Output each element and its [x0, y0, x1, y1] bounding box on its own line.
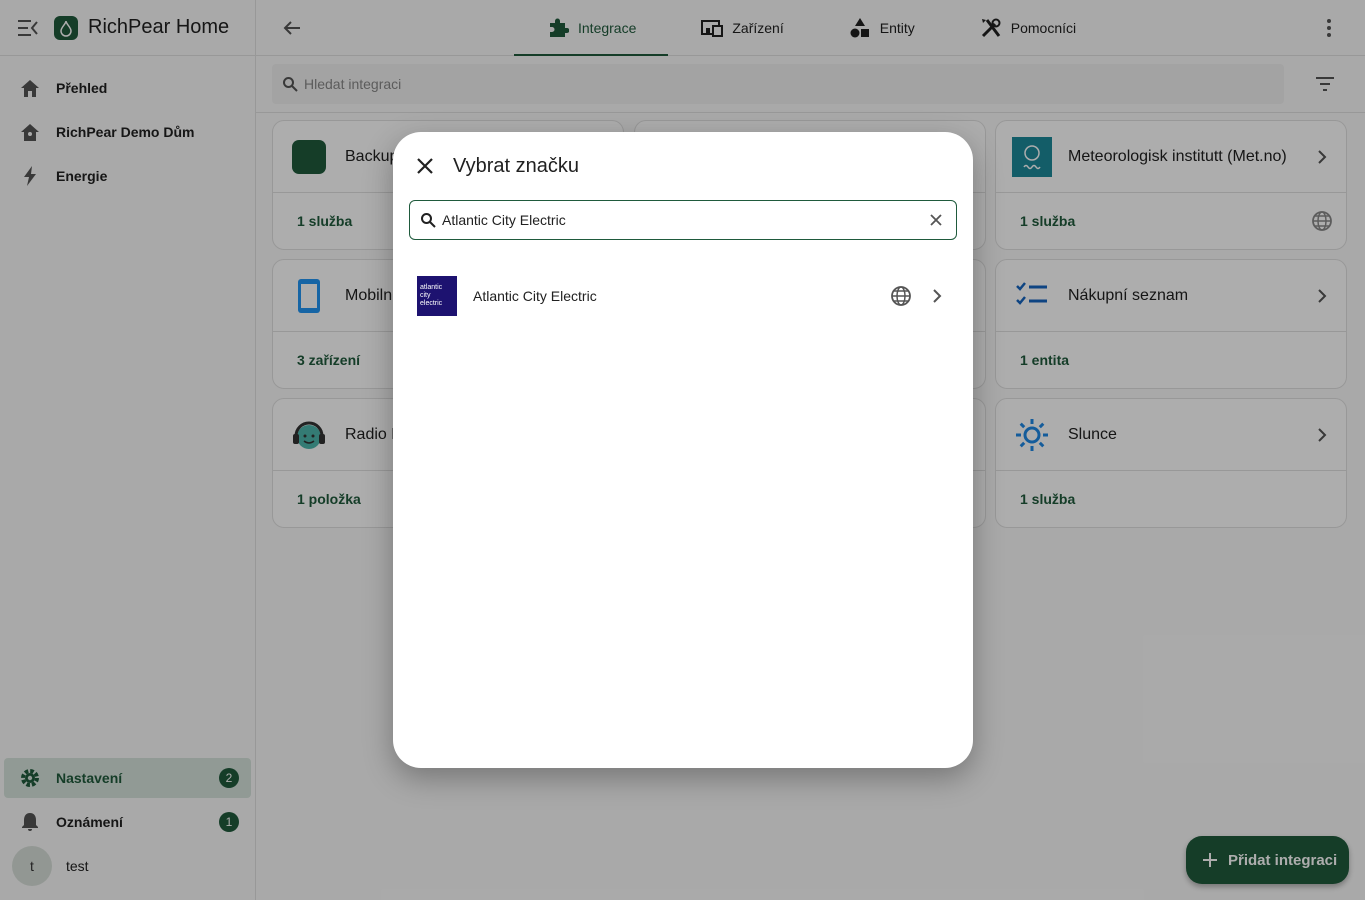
brand-search-input[interactable]: Atlantic City Electric	[409, 200, 957, 240]
globe-icon	[889, 284, 913, 308]
select-brand-dialog: Vybrat značku Atlantic City Electric atl…	[393, 132, 973, 768]
brand-result-label: Atlantic City Electric	[473, 288, 597, 304]
brand-result-item[interactable]: atlantic city electric Atlantic City Ele…	[393, 272, 973, 320]
close-dialog-button[interactable]	[413, 154, 437, 178]
dialog-title: Vybrat značku	[453, 155, 579, 177]
brand-logo-text: atlantic city electric	[420, 284, 443, 307]
close-icon	[417, 158, 433, 174]
brand-search-value: Atlantic City Electric	[442, 212, 566, 228]
close-icon	[930, 214, 942, 226]
chevron-right-icon	[925, 284, 949, 308]
clear-search-button[interactable]	[926, 210, 946, 230]
atlantic-city-electric-logo: atlantic city electric	[417, 276, 457, 316]
search-icon	[421, 213, 436, 228]
